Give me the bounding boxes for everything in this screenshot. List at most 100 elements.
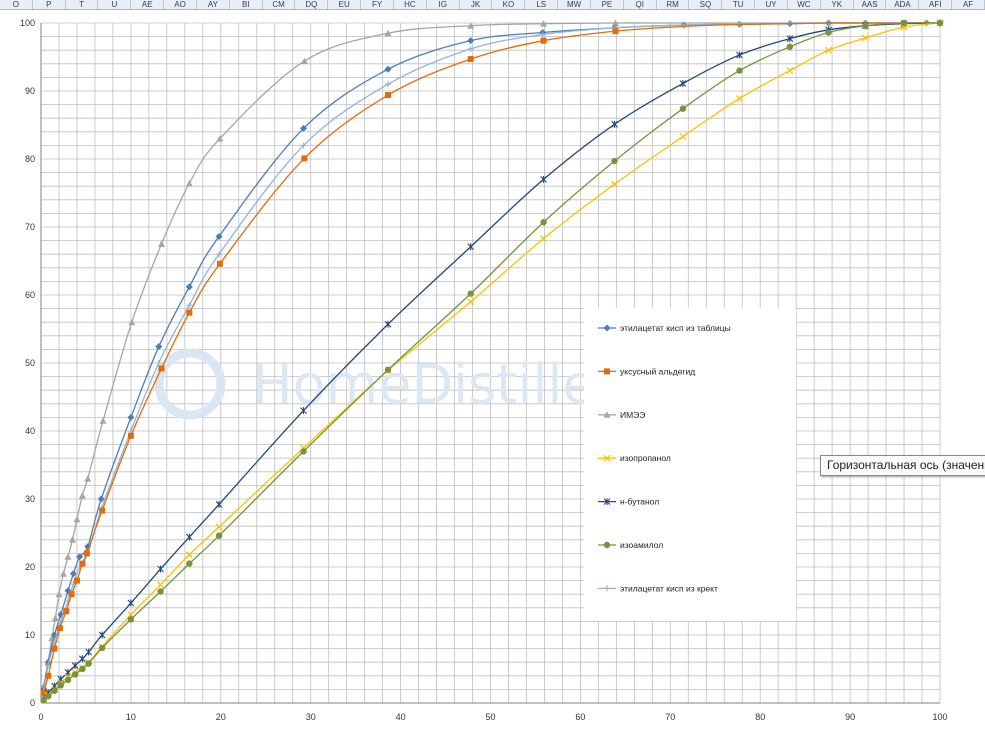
data-point: [157, 588, 164, 595]
data-point: [127, 616, 135, 623]
column-header-cell[interactable]: TU: [722, 0, 756, 9]
data-point: [57, 682, 64, 689]
legend-label: изопропанол: [620, 453, 671, 463]
column-header-cell[interactable]: DQ: [296, 0, 329, 9]
legend-item[interactable]: н-бутанол: [598, 497, 659, 507]
column-header-cell[interactable]: HC: [394, 0, 427, 9]
column-header-cell[interactable]: MW: [558, 0, 591, 9]
x-tick-label: 10: [126, 712, 136, 722]
data-point: [385, 92, 392, 99]
column-header-cell[interactable]: AAS: [854, 0, 887, 9]
column-header-cell[interactable]: RM: [657, 0, 690, 9]
column-header-cell[interactable]: AFI: [919, 0, 953, 9]
column-header-cell[interactable]: AO: [164, 0, 197, 9]
column-header-row: O P T U AE AO AY BI CM DQ EU FY HC IG JK KO LS MW PE QI RM SQ…: [0, 0, 985, 10]
y-tick-label: 10: [25, 630, 35, 640]
column-header-cell[interactable]: CM: [263, 0, 296, 9]
legend-marker: [603, 541, 611, 549]
y-tick-label: 50: [25, 358, 35, 368]
legend-label: этилацетат кисп из таблицы: [620, 323, 731, 333]
column-header-cell[interactable]: AE: [131, 0, 165, 9]
column-header-cell[interactable]: AF: [952, 0, 985, 9]
legend-label: этилацетат кисп из крект: [620, 583, 718, 593]
y-tick-label: 70: [25, 222, 35, 232]
y-tick-label: 40: [25, 426, 35, 436]
data-point: [467, 290, 474, 297]
data-point: [99, 507, 106, 514]
data-point: [45, 672, 52, 679]
x-tick-label: 80: [755, 712, 765, 722]
legend-box: [584, 308, 796, 621]
data-point: [83, 550, 90, 557]
legend[interactable]: этилацетат кисп из таблицы уксусный альде…: [584, 308, 796, 621]
y-tick-label: 90: [25, 86, 35, 96]
data-point: [186, 560, 193, 567]
column-header-cell[interactable]: T: [66, 0, 99, 9]
x-tick-label: 20: [216, 712, 226, 722]
column-header-cell[interactable]: LS: [525, 0, 559, 9]
data-point: [216, 260, 223, 267]
data-point: [63, 608, 70, 615]
x-tick-label: 70: [665, 712, 675, 722]
y-tick-label: 20: [25, 562, 35, 572]
x-tick-label: 60: [575, 712, 585, 722]
data-point: [85, 660, 92, 667]
data-point: [56, 625, 63, 632]
data-point: [611, 157, 618, 165]
column-header-cell[interactable]: JK: [460, 0, 493, 9]
column-header-cell[interactable]: O: [0, 0, 33, 9]
column-header-cell[interactable]: SQ: [690, 0, 723, 9]
data-point: [900, 19, 908, 27]
data-point: [158, 365, 165, 372]
column-header-cell[interactable]: UY: [755, 0, 788, 9]
data-point: [79, 560, 86, 567]
column-header-cell[interactable]: KO: [493, 0, 526, 9]
y-tick-label: 0: [30, 698, 35, 708]
legend-label: изоамилол: [620, 540, 663, 550]
column-header-cell[interactable]: P: [33, 0, 66, 9]
data-point: [825, 29, 832, 36]
y-tick-label: 80: [25, 154, 35, 164]
column-header-cell[interactable]: ADA: [887, 0, 920, 9]
x-tick-label: 100: [932, 712, 947, 722]
y-tick-label: 100: [20, 18, 35, 28]
legend-label: н-бутанол: [620, 497, 659, 507]
data-point: [73, 577, 80, 584]
column-header-cell[interactable]: YK: [821, 0, 854, 9]
data-point: [301, 155, 308, 162]
column-header-cell[interactable]: BI: [230, 0, 263, 9]
y-tick-label: 60: [25, 290, 35, 300]
data-point: [68, 591, 75, 598]
data-point: [215, 532, 223, 539]
column-header-cell[interactable]: FY: [361, 0, 394, 9]
column-header-cell[interactable]: AY: [197, 0, 230, 9]
data-point: [862, 22, 869, 29]
data-point: [79, 665, 86, 673]
column-header-cell[interactable]: U: [99, 0, 132, 9]
legend-label: уксусный альдегид: [620, 366, 695, 376]
x-tick-label: 40: [396, 712, 406, 722]
data-point: [540, 219, 547, 226]
x-tick-label: 50: [485, 712, 495, 722]
data-point: [936, 19, 944, 27]
column-header-cell[interactable]: IG: [427, 0, 460, 9]
column-header-cell[interactable]: QI: [624, 0, 657, 9]
y-tick-label: 30: [25, 494, 35, 504]
column-header-cell[interactable]: EU: [328, 0, 362, 9]
data-point: [384, 366, 392, 373]
data-point: [736, 67, 743, 74]
x-tick-label: 30: [306, 712, 316, 722]
data-point: [612, 28, 619, 35]
data-point: [51, 645, 58, 652]
data-point: [127, 432, 134, 439]
column-header-cell[interactable]: WC: [788, 0, 821, 9]
x-tick-label: 90: [845, 712, 855, 722]
chart[interactable]: HomeDistiller.ru 0 10 20 30 40 50 60 70 80 90 1000…: [0, 10, 985, 746]
data-point: [98, 644, 106, 652]
data-point: [186, 309, 193, 316]
column-header-cell[interactable]: PE: [591, 0, 624, 9]
x-tick-label: 0: [38, 712, 43, 722]
data-point: [786, 43, 794, 50]
data-point: [467, 56, 474, 63]
data-point: [300, 448, 307, 455]
